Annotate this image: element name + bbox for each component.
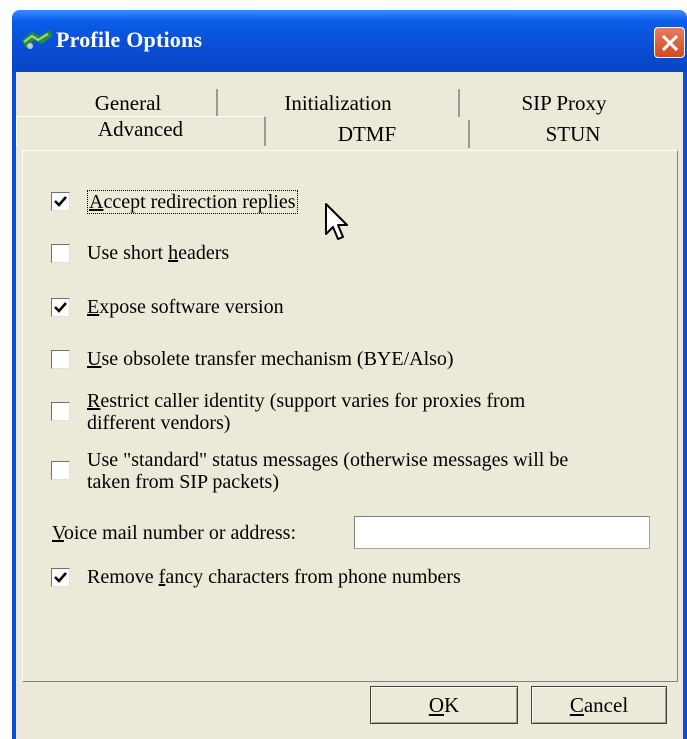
checkmark-icon [54,302,67,313]
mouse-cursor-icon [325,203,348,240]
voicemail-label: Voice mail number or address: [52,522,297,544]
tab-sip-proxy[interactable]: SIP Proxy [460,89,668,117]
window-title: Profile Options [56,27,203,52]
tab-dtmf[interactable]: DTMF [266,120,470,148]
cancel-button[interactable]: Cancel [531,686,667,724]
checkbox[interactable] [51,298,70,317]
checkmark-icon [54,196,67,207]
tab-stun[interactable]: STUN [470,120,676,148]
voicemail-input[interactable] [354,516,650,549]
option-label: Remove fancy characters from phone numbe… [87,566,461,588]
ok-button[interactable]: OK [370,686,518,724]
checkbox[interactable] [51,350,70,369]
dialog-client-area: General Initialization SIP Proxy Advance… [16,72,683,739]
checkbox[interactable] [51,244,70,263]
option-label: Use "standard" status messages (otherwis… [87,449,569,493]
checkbox[interactable] [51,461,70,480]
profile-options-window: Profile Options General Initialization S… [12,10,687,739]
close-icon [661,34,679,52]
app-icon [22,30,52,49]
close-button[interactable] [654,27,685,58]
option-label: Expose software version [87,296,284,318]
checkbox[interactable] [51,402,70,421]
tab-general[interactable]: General [40,89,218,117]
option-label: Restrict caller identity (support varies… [87,390,526,434]
checkbox[interactable] [51,568,70,587]
checkbox[interactable] [51,192,70,211]
tab-initialization[interactable]: Initialization [218,89,460,117]
option-label: Accept redirection replies [87,190,298,214]
checkmark-icon [54,572,67,583]
title-bar[interactable]: Profile Options [12,10,687,72]
tab-advanced[interactable]: Advanced [16,116,266,146]
option-label: Use obsolete transfer mechanism (BYE/Als… [87,348,454,370]
option-label: Use short headers [87,242,230,264]
